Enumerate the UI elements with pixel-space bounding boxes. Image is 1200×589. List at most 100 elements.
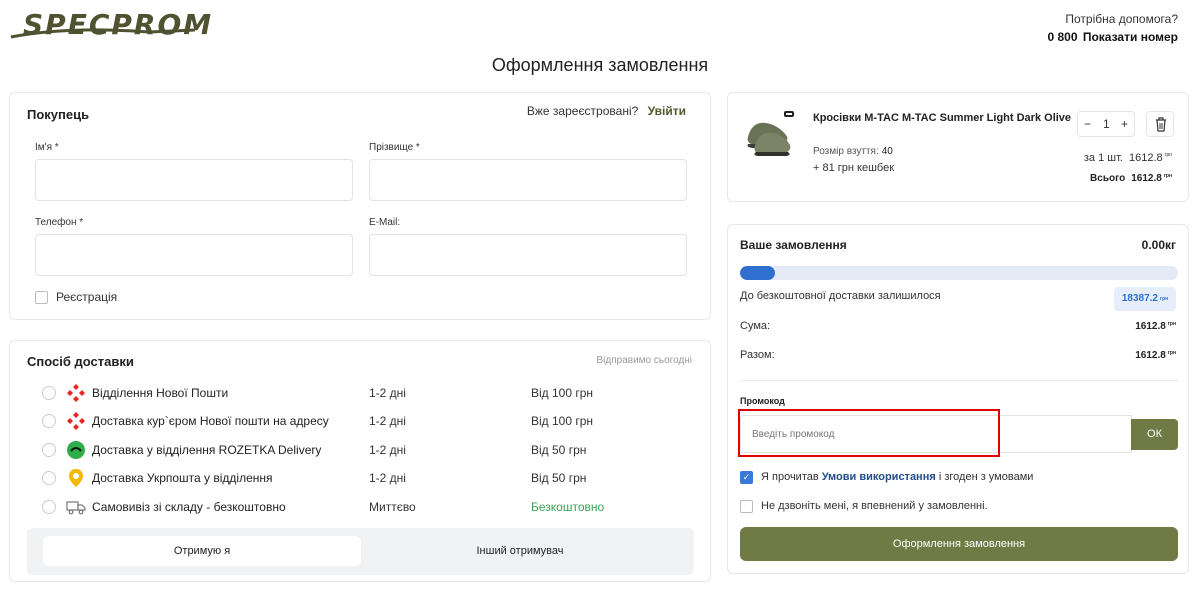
remaining-amount: 18387.2 (1121, 293, 1158, 304)
email-label: E-Mail: (369, 217, 401, 228)
total-value-wrap: 1612.8 грн (1135, 350, 1176, 361)
delivery-radio[interactable] (42, 414, 56, 428)
product-image[interactable] (742, 107, 800, 157)
promo-ok-button[interactable]: ОК (1131, 419, 1178, 450)
delivery-option[interactable]: Відділення Нової Пошти 1-2 дні Від 100 г… (10, 381, 710, 405)
delivery-radio[interactable] (42, 471, 56, 485)
item-total: Всього 1612.8 грн (1090, 173, 1172, 184)
last-name-label: Прізвище * (369, 142, 420, 153)
ship-today-note: Відправимо сьогодні (596, 355, 693, 366)
phone-line: 0 800 Показати номер (1047, 30, 1178, 44)
phone-number: 0 800 (1047, 30, 1078, 44)
delivery-radio[interactable] (42, 386, 56, 400)
terms-suffix: і згоден з умовами (938, 471, 1034, 483)
page-title: Оформлення замовлення (491, 55, 709, 75)
buyer-section: Покупець Вже зареєстровані? Увійти Ім'я … (9, 92, 711, 320)
delivery-option-time: 1-2 дні (369, 471, 406, 485)
last-name-field[interactable] (369, 159, 687, 201)
delivery-title: Спосіб доставки (27, 354, 134, 369)
currency-label: грн (1163, 173, 1172, 179)
delivery-option-price: Від 100 грн (531, 386, 594, 400)
delivery-option-time: Миттєво (369, 500, 416, 514)
free-delivery-progress (740, 266, 1178, 280)
terms-link[interactable]: Умови використання (822, 471, 936, 483)
nova-poshta-icon (67, 412, 85, 430)
receiver-other-button[interactable]: Інший отримувач (361, 536, 679, 566)
help-block: Потрібна допомога? 0 800 Показати номер (1047, 12, 1178, 44)
quantity-stepper: − 1 + (1077, 111, 1135, 137)
delivery-option[interactable]: Доставка у відділення ROZETKA Delivery 1… (10, 438, 710, 462)
divider (740, 380, 1178, 381)
promo-code-input[interactable]: Введіть промокод (740, 415, 1132, 453)
remove-item-button[interactable] (1146, 111, 1174, 137)
registered-prompt: Вже зареєстровані? Увійти (527, 104, 686, 118)
total-label: Разом: (740, 349, 775, 361)
delivery-option-price: Від 50 грн (531, 443, 587, 457)
buyer-title: Покупець (27, 107, 90, 122)
delivery-option[interactable]: Доставка Укрпошта у відділення 1-2 дні В… (10, 466, 710, 490)
delivery-option-price: Від 100 грн (531, 414, 594, 428)
order-title: Ваше замовлення (740, 238, 847, 252)
delivery-option[interactable]: Доставка кур`єром Нової пошти на адресу … (10, 409, 710, 433)
register-checkbox[interactable] (35, 291, 48, 304)
product-name-link[interactable]: Кросівки M-TAC M-TAC Summer Light Dark O… (813, 112, 1071, 124)
phone-label: Телефон * (35, 217, 84, 228)
truck-icon (66, 501, 86, 515)
delivery-radio[interactable] (42, 443, 56, 457)
cashback-text: + 81 грн кешбек (813, 162, 895, 174)
order-weight: 0.00кг (1141, 238, 1176, 252)
delivery-option-name: Самовивіз зі складу - безкоштовно (92, 500, 286, 514)
delivery-option-name: Доставка Укрпошта у відділення (92, 471, 273, 485)
currency-label: грн (1167, 350, 1176, 356)
first-name-field[interactable] (35, 159, 353, 201)
show-number-link[interactable]: Показати номер (1083, 30, 1178, 44)
no-call-label: Не дзвоніть мені, я впевнений у замовлен… (761, 500, 988, 512)
delivery-option-price: Безкоштовно (531, 500, 605, 514)
cart-item: Кросівки M-TAC M-TAC Summer Light Dark O… (727, 92, 1189, 202)
delivery-option-name: Доставка у відділення ROZETKA Delivery (92, 443, 322, 457)
receiver-toggle: Отримую я Інший отримувач (27, 528, 694, 575)
product-size: Розмір взуття: 40 (813, 146, 893, 157)
terms-prefix: Я прочитав (761, 471, 819, 483)
sum-value-wrap: 1612.8 грн (1135, 321, 1176, 332)
delivery-section: Спосіб доставки Відправимо сьогодні Відд… (9, 340, 711, 582)
first-name-label: Ім'я * (35, 142, 59, 153)
no-call-checkbox[interactable] (740, 500, 753, 513)
quantity-increase-button[interactable]: + (1121, 117, 1128, 131)
total-value: 1612.8 (1135, 350, 1166, 361)
login-link[interactable]: Увійти (648, 104, 686, 118)
currency-label: грн (1167, 321, 1176, 327)
item-total-label: Всього (1090, 173, 1126, 184)
phone-field[interactable] (35, 234, 353, 276)
terms-checkbox[interactable]: ✓ (740, 471, 753, 484)
free-delivery-remaining: 18387.2 грн (1114, 287, 1176, 311)
quantity-decrease-button[interactable]: − (1084, 117, 1091, 131)
sum-value: 1612.8 (1135, 321, 1166, 332)
nova-poshta-icon (67, 384, 85, 402)
size-value: 40 (881, 146, 893, 157)
delivery-option-time: 1-2 дні (369, 386, 406, 400)
logo-swoosh-icon (10, 28, 195, 39)
delivery-option-time: 1-2 дні (369, 414, 406, 428)
specprom-logo[interactable]: SPECPROM (9, 6, 211, 41)
email-field[interactable] (369, 234, 687, 276)
size-label: Розмір взуття: (813, 146, 879, 157)
sum-label: Сума: (740, 320, 771, 332)
place-order-button[interactable]: Оформлення замовлення (740, 527, 1178, 561)
ukrposhta-icon (69, 469, 83, 487)
receiver-me-button[interactable]: Отримую я (43, 536, 361, 566)
trash-icon (1156, 117, 1166, 132)
currency-label: грн (1159, 296, 1169, 302)
unit-price-value: 1612.8 (1128, 152, 1163, 164)
delivery-option-time: 1-2 дні (369, 443, 406, 457)
unit-price-label: за 1 шт. (1083, 152, 1123, 164)
quantity-value[interactable]: 1 (1103, 117, 1110, 131)
register-label: Реєстрація (56, 290, 118, 304)
item-total-value: 1612.8 (1131, 173, 1162, 184)
promo-title: Промокод (740, 396, 785, 406)
currency-label: грн (1164, 152, 1172, 158)
delivery-option[interactable]: Самовивіз зі складу - безкоштовно Миттєв… (10, 495, 710, 519)
delivery-radio[interactable] (42, 500, 56, 514)
help-question: Потрібна допомога? (1065, 12, 1178, 26)
registered-question: Вже зареєстровані? (526, 104, 639, 118)
